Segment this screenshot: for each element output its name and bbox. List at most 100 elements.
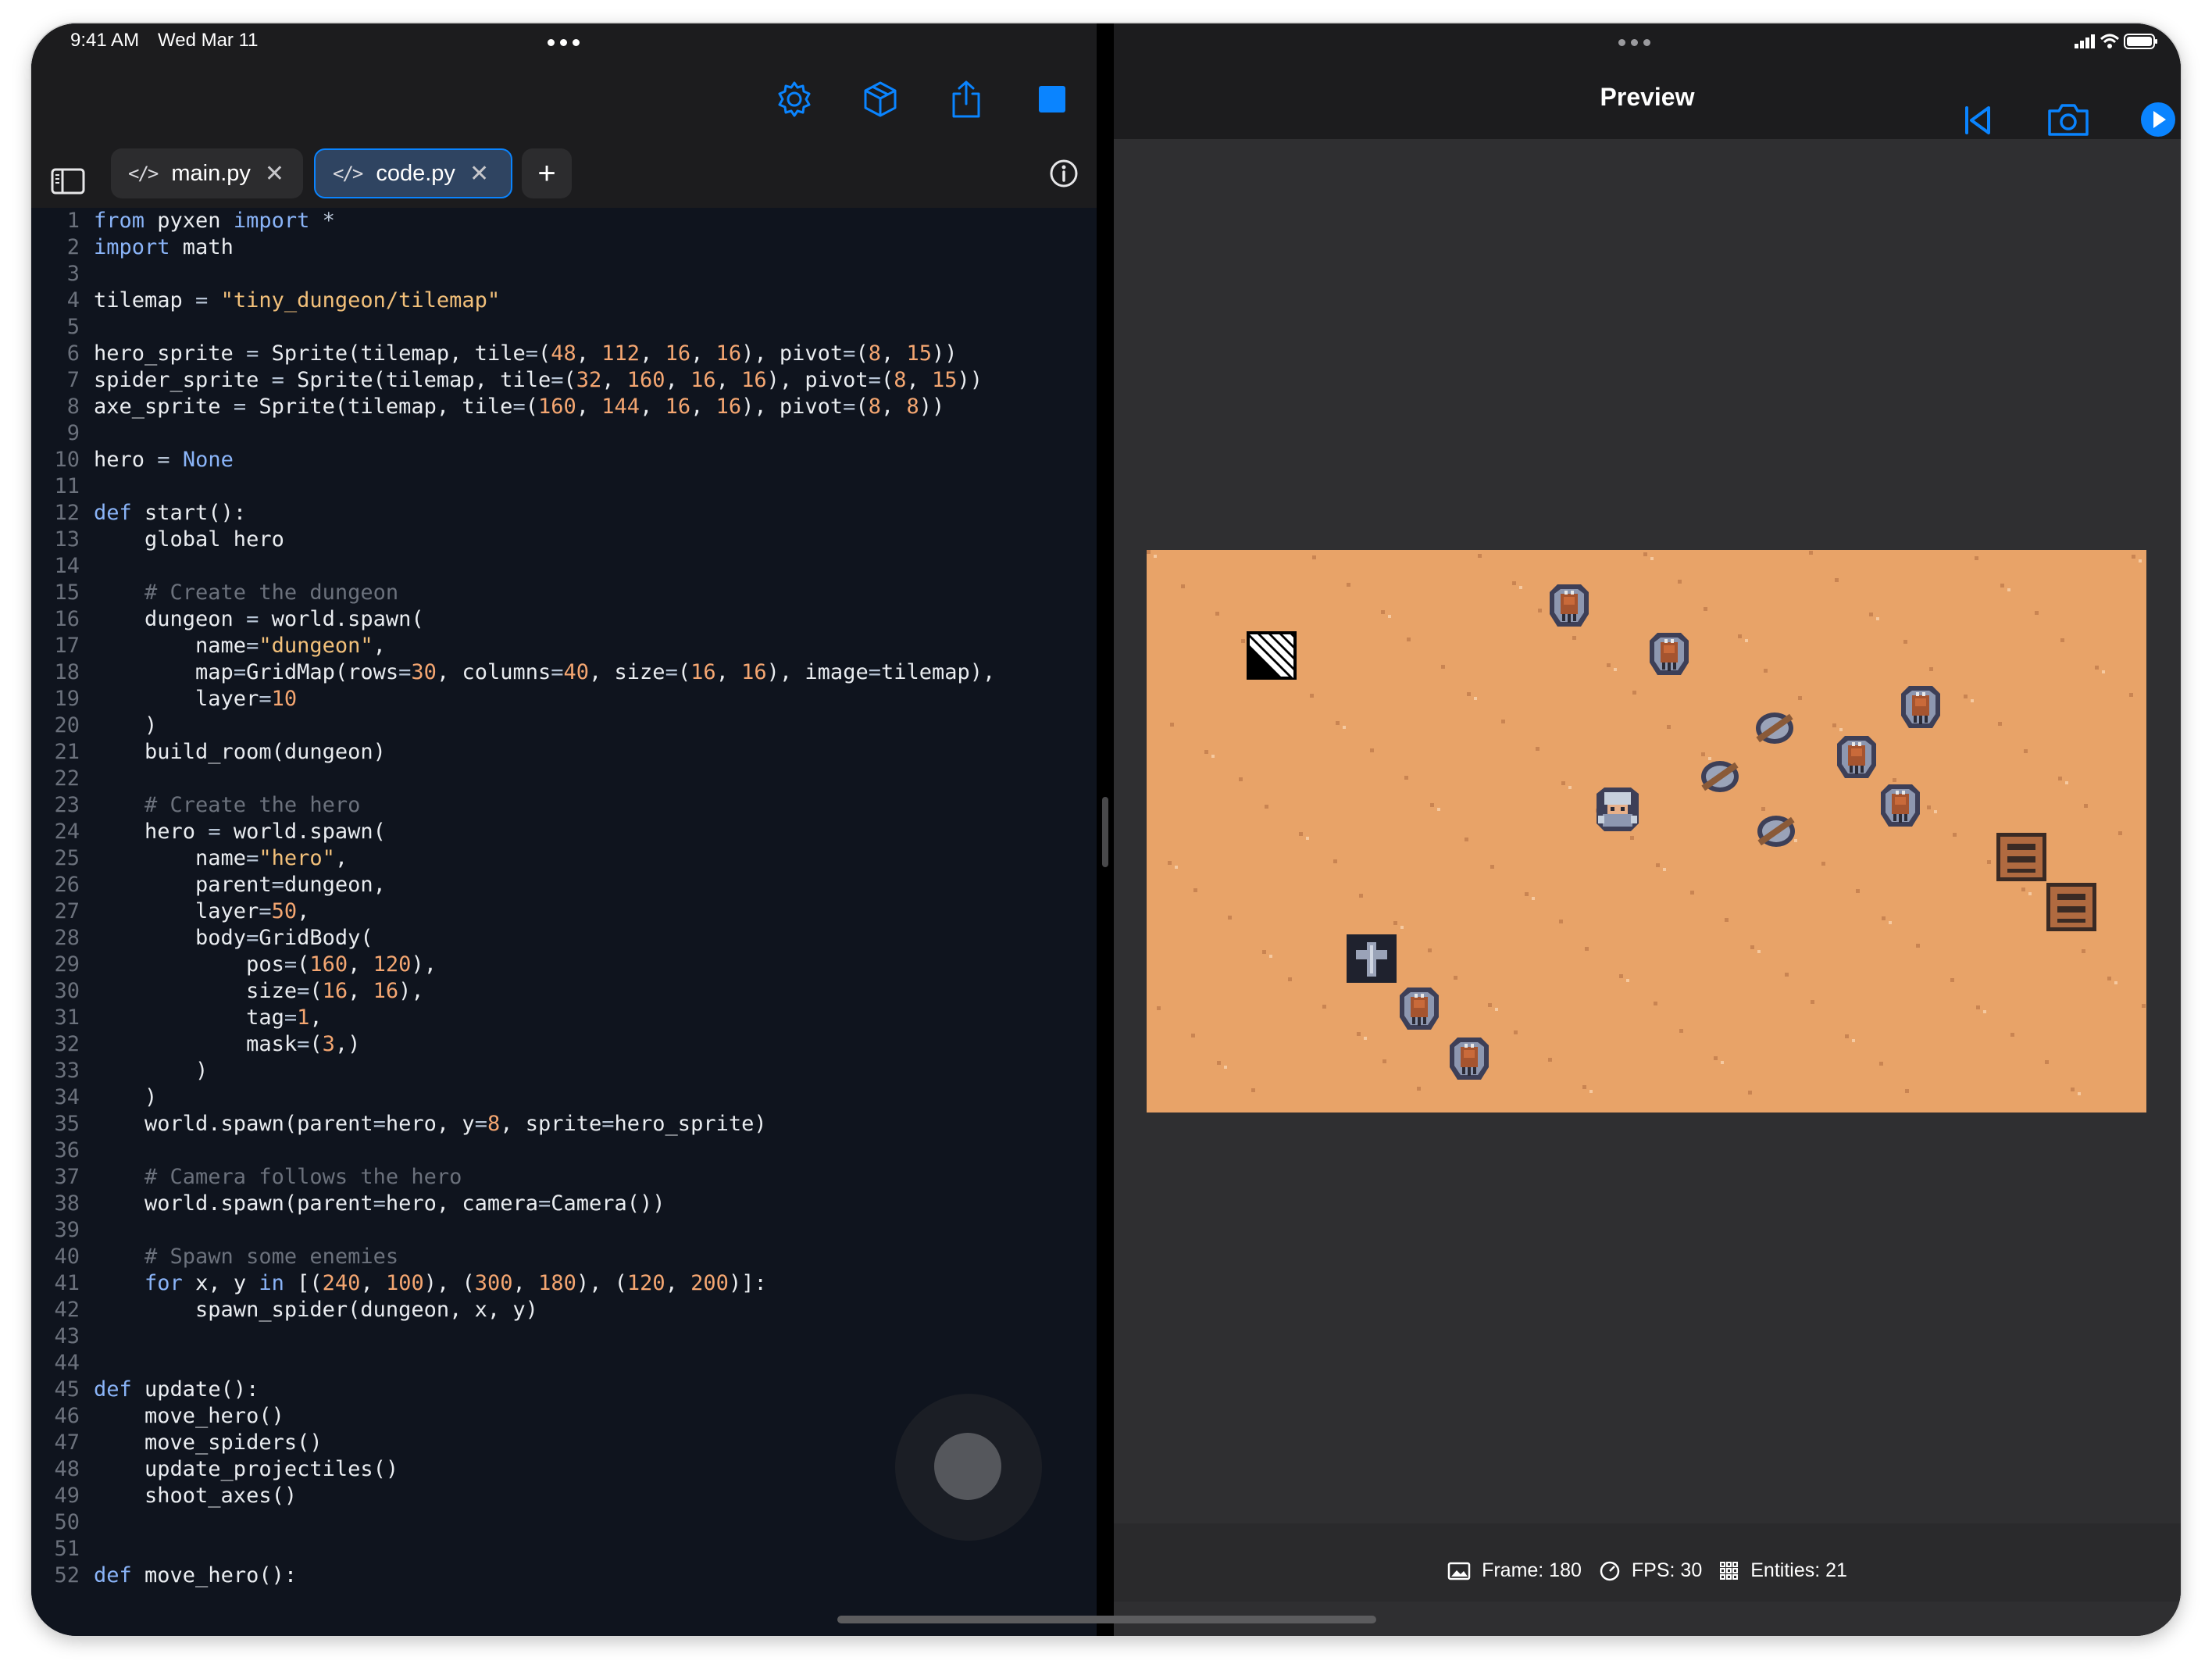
code-line[interactable]: 22: [31, 766, 1097, 792]
code-line[interactable]: 28 body=GridBody(: [31, 925, 1097, 952]
line-number: 26: [54, 873, 80, 897]
joystick-knob[interactable]: [934, 1433, 1001, 1500]
rewind-icon[interactable]: [1962, 103, 1993, 138]
code-line[interactable]: 23 # Create the hero: [31, 792, 1097, 819]
code-line[interactable]: 1 from pyxen import *: [31, 208, 1097, 234]
code-line[interactable]: 43: [31, 1323, 1097, 1350]
gear-icon[interactable]: [775, 80, 814, 119]
split-view-handle[interactable]: [1102, 797, 1108, 867]
code-line[interactable]: 13 global hero: [31, 527, 1097, 553]
tab-label: main.py: [171, 160, 251, 186]
code-line[interactable]: 19 layer=10: [31, 686, 1097, 712]
code-text: # Camera follows the hero: [94, 1165, 462, 1189]
code-line[interactable]: 6 hero_sprite = Sprite(tilemap, tile=(48,…: [31, 341, 1097, 367]
line-number: 4: [66, 288, 80, 312]
code-line[interactable]: 2 import math: [31, 234, 1097, 261]
line-number: 39: [54, 1218, 80, 1242]
line-number: 12: [54, 501, 80, 525]
line-number: 25: [54, 846, 80, 870]
close-icon[interactable]: ✕: [265, 160, 284, 188]
tab-main-py[interactable]: </> main.py ✕: [111, 148, 303, 198]
code-line[interactable]: 26 parent=dungeon,: [31, 872, 1097, 898]
code-line[interactable]: 21 build_room(dungeon): [31, 739, 1097, 766]
code-line[interactable]: 3: [31, 261, 1097, 288]
code-line[interactable]: 27 layer=50,: [31, 898, 1097, 925]
code-line[interactable]: 39: [31, 1217, 1097, 1244]
multitasking-dots-icon[interactable]: [1618, 39, 1650, 46]
stop-icon[interactable]: [1033, 80, 1072, 119]
code-line[interactable]: 16 dungeon = world.spawn(: [31, 606, 1097, 633]
line-number: 11: [54, 474, 80, 498]
code-text: layer=50,: [94, 899, 310, 923]
code-text: move_hero(): [94, 1404, 284, 1428]
axe-sprite: [1701, 761, 1739, 792]
share-icon[interactable]: [947, 80, 986, 119]
code-text: body=GridBody(: [94, 926, 373, 950]
code-line[interactable]: 14: [31, 553, 1097, 580]
code-line[interactable]: 24 hero = world.spawn(: [31, 819, 1097, 845]
game-canvas[interactable]: [1147, 550, 2146, 1112]
code-line[interactable]: 7 spider_sprite = Sprite(tilemap, tile=(3…: [31, 367, 1097, 394]
code-line[interactable]: 32 mask=(3,): [31, 1031, 1097, 1058]
code-line[interactable]: 44: [31, 1350, 1097, 1377]
code-text: axe_sprite = Sprite(tilemap, tile=(160, …: [94, 395, 945, 419]
code-line[interactable]: 51: [31, 1536, 1097, 1562]
close-icon[interactable]: ✕: [469, 160, 489, 188]
code-line[interactable]: 8 axe_sprite = Sprite(tilemap, tile=(160,…: [31, 394, 1097, 420]
code-line[interactable]: 34 ): [31, 1084, 1097, 1111]
tab-label: code.py: [376, 160, 455, 186]
info-icon[interactable]: [1047, 156, 1081, 191]
line-number: 45: [54, 1377, 80, 1402]
line-number: 41: [54, 1271, 80, 1295]
camera-icon[interactable]: [2046, 102, 2090, 138]
code-line[interactable]: 29 pos=(160, 120),: [31, 952, 1097, 978]
line-number: 5: [66, 315, 80, 339]
multitasking-dots-icon[interactable]: [548, 39, 580, 46]
code-line[interactable]: 9: [31, 420, 1097, 447]
code-line[interactable]: 38 world.spawn(parent=hero, camera=Camer…: [31, 1191, 1097, 1217]
code-line[interactable]: 35 world.spawn(parent=hero, y=8, sprite=…: [31, 1111, 1097, 1138]
code-line[interactable]: 33 ): [31, 1058, 1097, 1084]
code-line[interactable]: 45 def update():: [31, 1377, 1097, 1403]
line-number: 10: [54, 448, 80, 472]
tab-code-py[interactable]: </> code.py ✕: [314, 148, 512, 198]
line-number: 14: [54, 554, 80, 578]
code-text: hero = world.spawn(: [94, 820, 386, 844]
code-text: global hero: [94, 527, 284, 552]
line-number: 8: [66, 395, 80, 419]
code-text: for x, y in [(240, 100), (300, 180), (12…: [144, 1271, 767, 1295]
play-icon[interactable]: [2140, 102, 2176, 138]
line-number: 2: [66, 235, 80, 259]
line-number: 51: [54, 1537, 80, 1561]
code-line[interactable]: 12 def start():: [31, 500, 1097, 527]
code-line[interactable]: 4 tilemap = "tiny_dungeon/tilemap": [31, 288, 1097, 314]
code-line[interactable]: 52 def move_hero():: [31, 1562, 1097, 1589]
line-number: 13: [54, 527, 80, 552]
crate-sprite: [1996, 833, 2046, 881]
cube-icon[interactable]: [861, 80, 900, 119]
ipad-screen: 9:41 AM Wed Mar 11 </> main.py ✕ </> cod…: [31, 23, 2181, 1636]
code-line[interactable]: 10 hero = None: [31, 447, 1097, 473]
code-line[interactable]: 25 name="hero",: [31, 845, 1097, 872]
code-line[interactable]: 40 # Spawn some enemies: [31, 1244, 1097, 1270]
code-line[interactable]: 5: [31, 314, 1097, 341]
line-number: 3: [66, 262, 80, 286]
code-line[interactable]: 17 name="dungeon",: [31, 633, 1097, 659]
code-line[interactable]: 18 map=GridMap(rows=30, columns=40, size…: [31, 659, 1097, 686]
code-line[interactable]: 31 tag=1,: [31, 1005, 1097, 1031]
code-line[interactable]: 42 spawn_spider(dungeon, x, y): [31, 1297, 1097, 1323]
code-text: import math: [94, 235, 234, 259]
code-line[interactable]: 15 # Create the dungeon: [31, 580, 1097, 606]
sidebar-icon[interactable]: [50, 166, 86, 197]
code-line[interactable]: 37 # Camera follows the hero: [31, 1164, 1097, 1191]
code-line[interactable]: 20 ): [31, 712, 1097, 739]
add-tab-button[interactable]: +: [522, 148, 572, 198]
code-line[interactable]: 41 for x, y in [(240, 100), (300, 180), …: [31, 1270, 1097, 1297]
code-text: name="hero",: [94, 846, 348, 870]
code-line[interactable]: 11: [31, 473, 1097, 500]
code-text: tag=1,: [94, 1005, 323, 1030]
status-icons: [2075, 34, 2157, 49]
home-indicator[interactable]: [837, 1616, 1376, 1623]
code-line[interactable]: 36: [31, 1138, 1097, 1164]
code-line[interactable]: 30 size=(16, 16),: [31, 978, 1097, 1005]
